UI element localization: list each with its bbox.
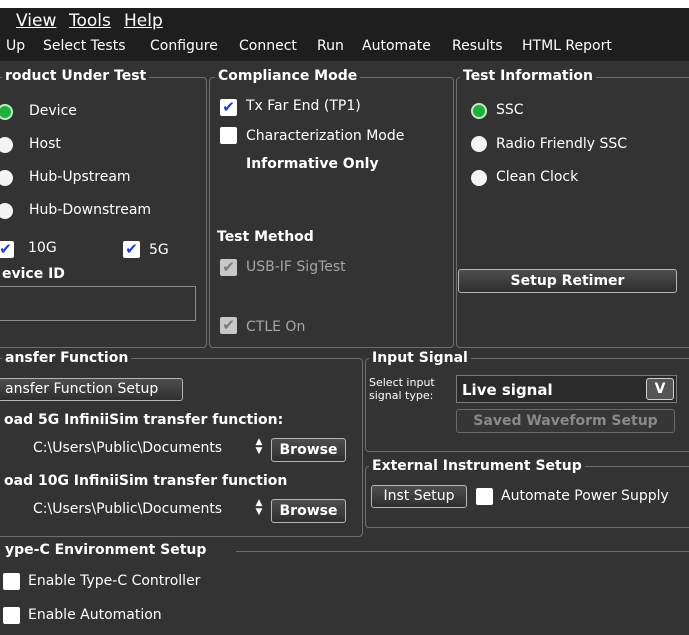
input-signal-title: Input Signal	[369, 350, 471, 366]
device-id-input[interactable]	[0, 286, 196, 321]
menu-tools[interactable]: Tools	[69, 11, 111, 31]
radio-radio-friendly-ssc[interactable]	[471, 136, 487, 152]
tab-configure[interactable]: Configure	[150, 38, 218, 54]
characterization-label: Characterization Mode	[246, 128, 405, 144]
transfer-function-setup-button[interactable]: ansfer Function Setup	[0, 378, 183, 401]
check-icon: ✔	[222, 258, 235, 276]
tab-html-report[interactable]: HTML Report	[522, 38, 612, 54]
spinner-updown-icon[interactable]: ▲ ▼	[253, 499, 265, 517]
setup-retimer-button[interactable]: Setup Retimer	[458, 269, 677, 293]
tab-results[interactable]: Results	[452, 38, 503, 54]
usb-sigtest-label: USB-IF SigTest	[246, 259, 346, 275]
checkbox-5g-label: 5G	[149, 242, 169, 258]
enable-typec-controller-label: Enable Type-C Controller	[28, 573, 201, 589]
browse-5g-button[interactable]: Browse	[271, 438, 346, 462]
checkbox-usb-sigtest[interactable]: ✔	[220, 259, 237, 276]
checkbox-ctle-on[interactable]: ✔	[220, 317, 237, 334]
tab-select-tests[interactable]: Select Tests	[43, 38, 126, 54]
load-5g-path[interactable]: C:\Users\Public\Documents	[33, 440, 248, 456]
tab-run[interactable]: Run	[317, 38, 344, 54]
external-instrument-title: External Instrument Setup	[369, 458, 585, 474]
checkbox-tx-far-end[interactable]: ✔	[220, 99, 237, 116]
typec-divider	[236, 551, 689, 552]
radio-host-label: Host	[29, 136, 61, 152]
device-id-label: evice ID	[2, 266, 65, 282]
enable-automation-label: Enable Automation	[28, 607, 162, 623]
menu-bar: View Tools Help	[0, 8, 689, 33]
check-icon: ✔	[125, 240, 138, 258]
load-10g-path[interactable]: C:\Users\Public\Documents	[33, 501, 248, 517]
load-10g-label: oad 10G InfiniiSim transfer function	[4, 473, 288, 489]
product-under-test-title: roduct Under Test	[2, 68, 150, 84]
automate-power-supply-label: Automate Power Supply	[501, 488, 669, 504]
tab-strip: Up Select Tests Configure Connect Run Au…	[0, 33, 689, 61]
compliance-mode-title: Compliance Mode	[215, 68, 361, 84]
spinner-updown-icon[interactable]: ▲ ▼	[253, 438, 265, 456]
radio-hub-upstream-label: Hub-Upstream	[29, 169, 131, 185]
tab-connect[interactable]: Connect	[239, 38, 297, 54]
tx-far-end-label: Tx Far End (TP1)	[246, 98, 361, 114]
check-icon: ✔	[222, 98, 235, 116]
select-input-label: Select input signal type:	[369, 376, 435, 402]
transfer-function-title: ansfer Function	[2, 350, 132, 366]
checkbox-characterization[interactable]	[220, 127, 237, 144]
tab-setup[interactable]: Up	[6, 38, 25, 54]
tab-automate[interactable]: Automate	[362, 38, 431, 54]
radio-clean-clock[interactable]	[471, 170, 487, 186]
compliance-mode-group	[209, 77, 454, 348]
test-information-title: Test Information	[460, 68, 596, 84]
checkbox-5g[interactable]: ✔	[123, 241, 140, 258]
inst-setup-button[interactable]: Inst Setup	[371, 485, 467, 508]
signal-type-dropdown[interactable]: Live signal V	[456, 375, 677, 403]
checkbox-10g-label: 10G	[28, 240, 57, 256]
load-5g-label: oad 5G InfiniiSim transfer function:	[4, 412, 284, 428]
checkbox-enable-automation[interactable]	[3, 607, 20, 624]
saved-waveform-setup-button[interactable]: Saved Waveform Setup	[456, 409, 675, 433]
checkbox-automate-power-supply[interactable]	[476, 488, 493, 505]
main-panel: roduct Under Test Device Host Hub-Upstre…	[0, 61, 689, 635]
radio-friendly-ssc-label: Radio Friendly SSC	[496, 136, 628, 152]
radio-device-label: Device	[29, 103, 77, 119]
menu-view[interactable]: View	[16, 11, 56, 31]
radio-hub-downstream-label: Hub-Downstream	[29, 202, 152, 218]
check-icon: ✔	[222, 316, 235, 334]
check-icon: ✔	[0, 240, 12, 258]
app-window: View Tools Help Up Select Tests Configur…	[0, 0, 689, 635]
typec-setup-title: ype-C Environment Setup	[2, 542, 210, 558]
informative-only-label: Informative Only	[246, 156, 379, 172]
signal-type-value: Live signal	[462, 381, 553, 399]
input-signal-group	[365, 358, 689, 452]
test-method-title: Test Method	[217, 229, 314, 245]
radio-ssc[interactable]	[471, 103, 487, 119]
chevron-down-icon[interactable]: V	[646, 378, 674, 400]
browse-10g-button[interactable]: Browse	[271, 499, 346, 523]
checkbox-10g[interactable]: ✔	[0, 241, 14, 258]
menu-help[interactable]: Help	[124, 11, 163, 31]
radio-clean-clock-label: Clean Clock	[496, 169, 579, 185]
test-information-group	[456, 77, 689, 348]
radio-ssc-label: SSC	[496, 102, 524, 118]
checkbox-enable-typec-controller[interactable]	[3, 573, 20, 590]
ctle-on-label: CTLE On	[246, 319, 306, 335]
